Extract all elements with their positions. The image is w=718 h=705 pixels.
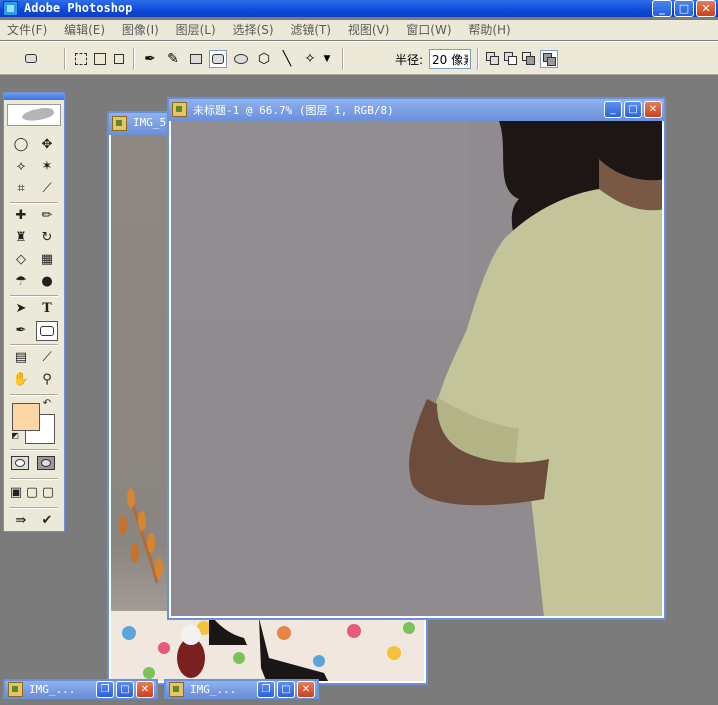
gradient-tool-icon[interactable]: ▦ — [36, 250, 58, 270]
brush-tool-icon[interactable]: ✏ — [36, 206, 58, 226]
menu-image[interactable]: 图像(I) — [122, 20, 159, 40]
menu-help[interactable]: 帮助(H) — [468, 20, 510, 40]
dodge-tool-icon[interactable]: ● — [36, 272, 58, 292]
polygonal-lasso-tool-icon[interactable]: ⟡ — [10, 157, 32, 177]
subtract-from-shape-area-icon[interactable] — [502, 50, 520, 68]
pen-tool-icon[interactable]: ✒ — [10, 321, 32, 341]
minimized-title: IMG_... — [190, 683, 237, 696]
paths-mode-icon[interactable] — [91, 50, 109, 68]
maximize-button[interactable]: □ — [116, 681, 134, 698]
shape-layers-mode-icon[interactable] — [72, 50, 90, 68]
path-selection-tool-icon[interactable]: ➤ — [10, 299, 32, 319]
lasso-tool-icon[interactable]: ◯ — [10, 135, 32, 155]
app-close-button[interactable]: ✕ — [696, 0, 716, 17]
minimized-window-2[interactable]: IMG_... ❐ □ ✕ — [164, 679, 319, 699]
toolbox: ◯ ✥ ⟡ ✶ ⌗ ⟋ ✚ ✏ ♜ ↻ ◇ ▦ ☂ ● ➤ T ✒ ▤ ⟋ ✋ … — [3, 92, 65, 532]
polygon-shape-icon[interactable]: ⬡ — [255, 50, 273, 68]
document-title: 未标题-1 @ 66.7% (图层 1, RGB/8) — [193, 104, 394, 117]
freeform-pen-icon[interactable]: ✎ — [164, 50, 182, 68]
ellipse-shape-icon[interactable] — [232, 50, 250, 68]
imageready-check-icon[interactable]: ✔ — [36, 511, 58, 531]
app-title-bar: Adobe Photoshop _ □ ✕ — [0, 0, 718, 17]
quick-mask-mode-icon[interactable] — [36, 454, 58, 474]
menu-window[interactable]: 窗口(W) — [406, 20, 451, 40]
menu-edit[interactable]: 编辑(E) — [64, 20, 105, 40]
menu-bar: 文件(F) 编辑(E) 图像(I) 图层(L) 选择(S) 滤镜(T) 视图(V… — [0, 20, 718, 40]
radius-label: 半径: — [395, 53, 424, 67]
blur-tool-icon[interactable]: ☂ — [10, 272, 32, 292]
options-bar: ✒ ✎ ⬡ ╲ ✧ ▼ 半径: — [0, 41, 718, 75]
menu-view[interactable]: 视图(V) — [348, 20, 390, 40]
pen-tool-icon[interactable]: ✒ — [141, 50, 159, 68]
tool-preset-picker[interactable] — [22, 50, 40, 68]
photoshop-feather-logo[interactable] — [7, 104, 61, 126]
type-tool-icon[interactable]: T — [36, 299, 58, 319]
full-screen-mode-icon[interactable]: ▢ — [40, 483, 56, 503]
rounded-rectangle-tool-icon[interactable] — [36, 321, 58, 341]
document-icon — [169, 682, 184, 697]
menu-layer[interactable]: 图层(L) — [176, 20, 216, 40]
toolbox-grip[interactable] — [4, 93, 64, 100]
custom-shape-icon[interactable]: ✧ — [301, 50, 319, 68]
zoom-tool-icon[interactable]: ⚲ — [36, 370, 58, 390]
app-minimize-button[interactable]: _ — [652, 0, 672, 17]
foreground-color-swatch[interactable] — [12, 403, 40, 431]
document-icon — [112, 116, 127, 131]
menu-file[interactable]: 文件(F) — [7, 20, 47, 40]
document-close-button[interactable]: ✕ — [644, 101, 662, 118]
document-title-bar[interactable]: 未标题-1 @ 66.7% (图层 1, RGB/8) _ □ ✕ — [169, 99, 664, 121]
intersect-shape-areas-icon[interactable] — [520, 50, 538, 68]
healing-brush-tool-icon[interactable]: ✚ — [10, 206, 32, 226]
standard-mode-icon[interactable] — [10, 454, 32, 474]
standard-screen-mode-icon[interactable]: ▣ — [8, 483, 24, 503]
jump-to-imageready-icon[interactable]: ⇛ — [8, 511, 34, 531]
minimized-window-1[interactable]: IMG_... ❐ □ ✕ — [3, 679, 158, 699]
app-maximize-button[interactable]: □ — [674, 0, 694, 17]
minimized-title: IMG_... — [29, 683, 76, 696]
history-brush-tool-icon[interactable]: ↻ — [36, 228, 58, 248]
menu-filter[interactable]: 滤镜(T) — [290, 20, 331, 40]
slice-tool-icon[interactable]: ⟋ — [36, 179, 58, 199]
exclude-overlapping-shape-areas-icon[interactable] — [540, 50, 558, 68]
document-window-active[interactable]: 未标题-1 @ 66.7% (图层 1, RGB/8) _ □ ✕ — [167, 97, 666, 620]
add-to-shape-area-icon[interactable] — [484, 50, 502, 68]
rectangle-shape-icon[interactable] — [187, 50, 205, 68]
close-button[interactable]: ✕ — [136, 681, 154, 698]
default-colors-icon[interactable]: ◩ — [9, 430, 21, 442]
document-canvas[interactable] — [171, 121, 662, 616]
full-screen-menu-mode-icon[interactable]: ▢ — [24, 483, 40, 503]
line-shape-icon[interactable]: ╲ — [278, 50, 296, 68]
notes-tool-icon[interactable]: ▤ — [10, 348, 32, 368]
fill-pixels-mode-icon[interactable] — [110, 50, 128, 68]
app-title: Adobe Photoshop — [24, 1, 133, 15]
radius-input[interactable] — [429, 49, 471, 69]
restore-button[interactable]: ❐ — [257, 681, 275, 698]
shape-options-dropdown-icon[interactable]: ▼ — [321, 50, 333, 68]
document-maximize-button[interactable]: □ — [624, 101, 642, 118]
magic-wand-tool-icon[interactable]: ✶ — [36, 157, 58, 177]
photoshop-app-icon — [3, 1, 18, 16]
eraser-tool-icon[interactable]: ◇ — [10, 250, 32, 270]
crop-tool-icon[interactable]: ⌗ — [10, 179, 32, 199]
restore-button[interactable]: ❐ — [96, 681, 114, 698]
rounded-rectangle-shape-icon[interactable] — [209, 50, 227, 68]
clone-stamp-tool-icon[interactable]: ♜ — [10, 228, 32, 248]
document-minimize-button[interactable]: _ — [604, 101, 622, 118]
swap-colors-icon[interactable]: ↶ — [40, 398, 54, 410]
document-title: IMG_5 — [133, 116, 167, 129]
document-icon — [172, 102, 187, 117]
menu-select[interactable]: 选择(S) — [233, 20, 274, 40]
hand-tool-icon[interactable]: ✋ — [10, 370, 32, 390]
eyedropper-tool-icon[interactable]: ⟋ — [36, 348, 58, 368]
move-tool-icon[interactable]: ✥ — [36, 135, 58, 155]
close-button[interactable]: ✕ — [297, 681, 315, 698]
document-icon — [8, 682, 23, 697]
maximize-button[interactable]: □ — [277, 681, 295, 698]
